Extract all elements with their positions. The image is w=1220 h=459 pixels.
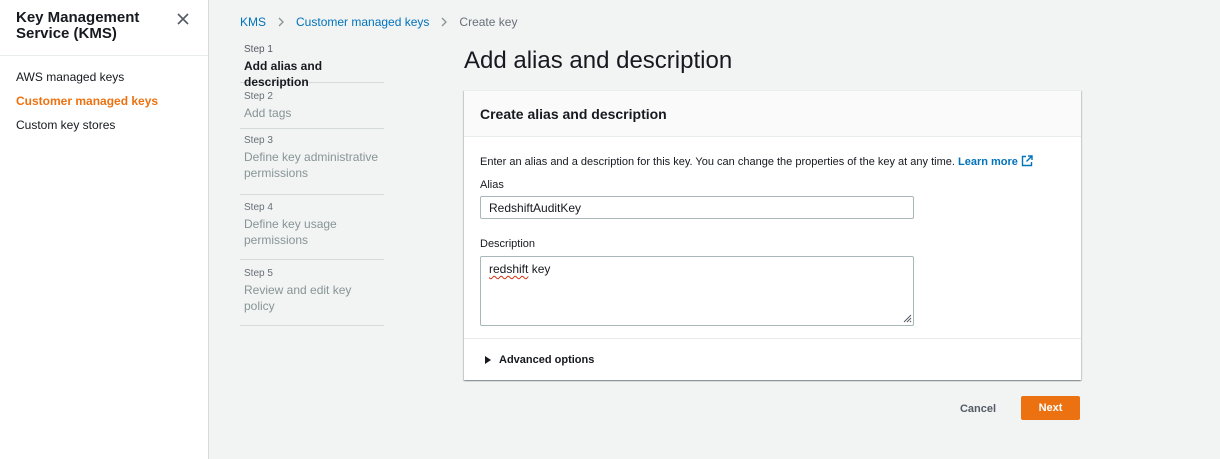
- panel-description: Enter an alias and a description for thi…: [480, 155, 1033, 169]
- page-title: Add alias and description: [464, 47, 733, 74]
- sidebar-header: Key Management Service (KMS): [0, 0, 208, 56]
- divider: [464, 338, 1081, 339]
- breadcrumb: KMS Customer managed keys Create key: [240, 14, 517, 30]
- step-label: Review and edit key policy: [244, 283, 352, 313]
- chevron-right-icon: [441, 17, 448, 27]
- description-label: Description: [480, 238, 536, 250]
- alias-label: Alias: [480, 179, 504, 191]
- panel-description-text: Enter an alias and a description for thi…: [480, 156, 955, 168]
- sidebar-item-aws-managed-keys[interactable]: AWS managed keys: [16, 69, 158, 93]
- caret-right-icon: [485, 356, 491, 364]
- step-label: Define key usage permissions: [244, 217, 337, 247]
- cancel-button[interactable]: Cancel: [948, 397, 1008, 420]
- breadcrumb-kms[interactable]: KMS: [240, 15, 266, 29]
- alias-input[interactable]: [480, 196, 914, 219]
- description-text: key: [528, 262, 551, 276]
- learn-more-label: Learn more: [957, 156, 1018, 168]
- advanced-options-toggle[interactable]: Advanced options: [485, 353, 594, 367]
- step-label: Define key administrative permissions: [244, 150, 379, 180]
- wizard-step-3: Step 3 Define key administrative permiss…: [240, 129, 384, 195]
- sidebar-title: Key Management Service (KMS): [16, 9, 140, 42]
- external-link-icon: [1021, 155, 1033, 167]
- breadcrumb-customer-managed-keys[interactable]: Customer managed keys: [296, 15, 429, 29]
- step-number: Step 1: [244, 44, 273, 55]
- sidebar: Key Management Service (KMS) AWS managed…: [0, 0, 209, 459]
- learn-more-link[interactable]: Learn more: [957, 155, 1033, 168]
- wizard-step-1[interactable]: Step 1 Add alias and description: [240, 40, 384, 89]
- sidebar-item-customer-managed-keys[interactable]: Customer managed keys: [16, 93, 158, 117]
- alias-description-panel: Create alias and description Enter an al…: [464, 90, 1081, 380]
- resize-grip-icon[interactable]: [903, 314, 912, 323]
- chevron-right-icon: [278, 17, 284, 27]
- breadcrumb-create-key: Create key: [459, 15, 518, 29]
- description-textarea[interactable]: redshift key: [480, 256, 914, 326]
- wizard-step-4: Step 4 Define key usage permissions: [240, 195, 384, 260]
- step-label: Add tags: [244, 106, 292, 120]
- panel-title: Create alias and description: [480, 106, 667, 122]
- step-number: Step 5: [244, 268, 273, 279]
- sidebar-nav: AWS managed keys Customer managed keys C…: [16, 69, 158, 141]
- panel-header: Create alias and description: [464, 91, 1081, 137]
- step-number: Step 4: [244, 202, 273, 213]
- misspelled-word: redshift: [489, 262, 529, 276]
- next-button[interactable]: Next: [1021, 396, 1080, 420]
- sidebar-item-custom-key-stores[interactable]: Custom key stores: [16, 117, 158, 141]
- advanced-options-label: Advanced options: [499, 354, 595, 366]
- step-number: Step 3: [244, 135, 273, 146]
- wizard-step-5: Step 5 Review and edit key policy: [240, 260, 384, 326]
- step-number: Step 2: [244, 91, 273, 102]
- wizard-steps: Step 1 Add alias and description Step 2 …: [240, 40, 384, 326]
- close-icon[interactable]: [175, 11, 191, 27]
